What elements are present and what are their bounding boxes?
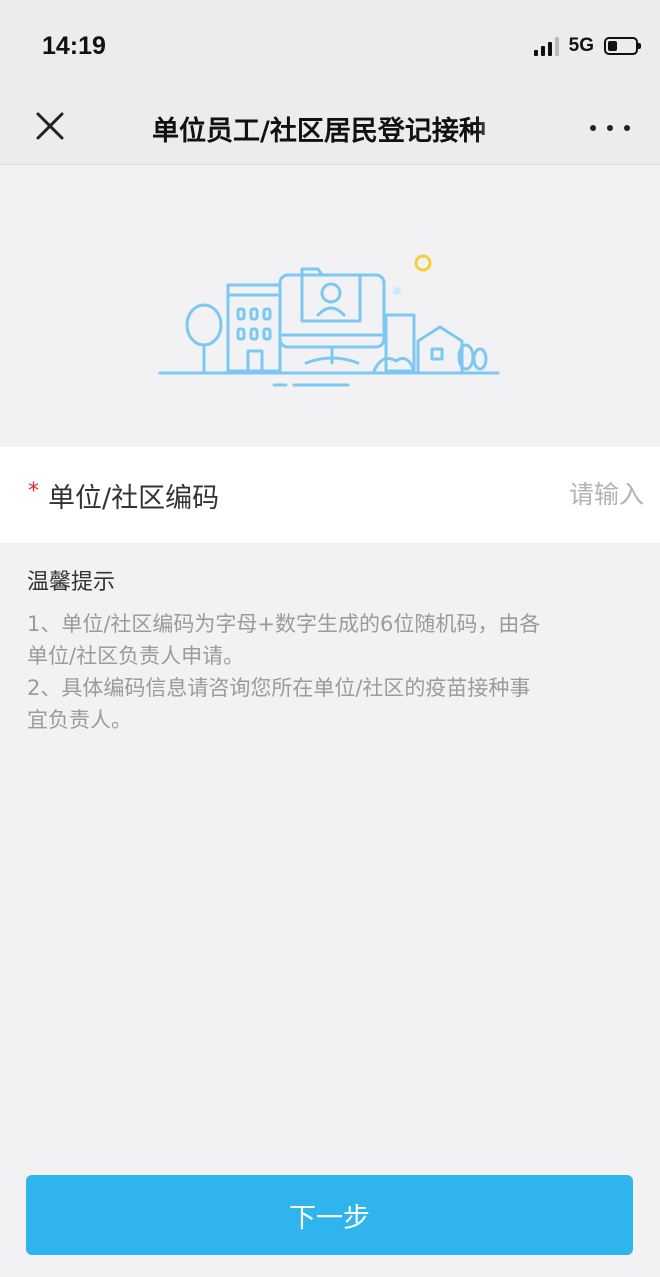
more-icon-dot xyxy=(590,125,596,131)
hero-banner xyxy=(0,165,660,445)
battery-icon xyxy=(604,37,641,55)
status-time: 14:19 xyxy=(42,32,106,60)
signal-icon xyxy=(533,36,559,56)
close-icon xyxy=(36,112,64,140)
status-indicators: 5G xyxy=(533,35,641,57)
next-step-button[interactable]: 下一步 xyxy=(26,1175,633,1255)
tips-section: 温馨提示 1、单位/社区编码为字母+数字生成的6位随机码，由各 单位/社区负责人… xyxy=(27,564,637,736)
building-community-illustration xyxy=(158,254,500,387)
required-mark: * xyxy=(28,479,39,504)
battery-level xyxy=(608,41,618,51)
status-bar: 14:19 5G xyxy=(0,0,660,92)
tips-line: 1、单位/社区编码为字母+数字生成的6位随机码，由各 xyxy=(27,612,541,636)
tips-title: 温馨提示 xyxy=(27,570,116,595)
more-icon-dot xyxy=(607,125,613,131)
code-form-row: * 单位/社区编码 xyxy=(0,447,660,543)
tips-line: 单位/社区负责人申请。 xyxy=(27,644,245,668)
close-button[interactable] xyxy=(30,106,70,146)
network-type: 5G xyxy=(568,35,594,56)
code-input[interactable] xyxy=(442,473,646,515)
code-field-label: 单位/社区编码 xyxy=(48,483,220,514)
tips-line: 2、具体编码信息请咨询您所在单位/社区的疫苗接种事 xyxy=(27,676,531,700)
tips-line: 宜负责人。 xyxy=(27,708,132,732)
nav-bar: 单位员工/社区居民登记接种 xyxy=(0,92,660,165)
more-button[interactable] xyxy=(590,114,630,142)
page-title: 单位员工/社区居民登记接种 xyxy=(152,116,486,147)
more-icon-dot xyxy=(624,125,630,131)
